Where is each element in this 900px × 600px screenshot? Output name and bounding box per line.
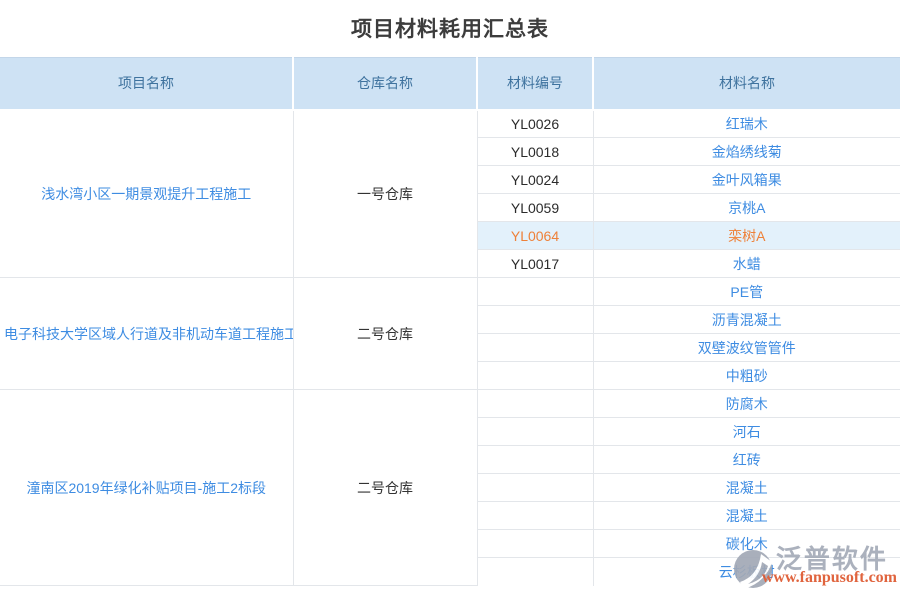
material-name-link[interactable]: 云杉板材 — [719, 564, 775, 580]
material-name-cell: 京桃A — [593, 194, 900, 222]
material-name-cell: 碳化木 — [593, 530, 900, 558]
material-code — [477, 306, 593, 334]
material-name-link[interactable]: 京桃A — [728, 200, 765, 216]
material-name-link[interactable]: 红瑞木 — [726, 116, 768, 132]
header-project-name: 项目名称 — [0, 58, 293, 110]
material-code — [477, 446, 593, 474]
material-name-cell: 沥青混凝土 — [593, 306, 900, 334]
material-name-cell: 河石 — [593, 418, 900, 446]
material-name-link[interactable]: 金焰绣线菊 — [712, 144, 782, 160]
material-name-link[interactable]: 红砖 — [733, 452, 761, 468]
material-code — [477, 530, 593, 558]
material-row[interactable]: 电子科技大学区域人行道及非机动车道工程施工 二号仓库 PE管 — [0, 278, 900, 306]
header-material-name: 材料名称 — [593, 58, 900, 110]
material-name-link[interactable]: 河石 — [733, 424, 761, 440]
material-name-cell: 红瑞木 — [593, 110, 900, 138]
material-name-cell: 混凝土 — [593, 502, 900, 530]
material-name-link[interactable]: 沥青混凝土 — [712, 312, 782, 328]
material-name-link[interactable]: 碳化木 — [726, 536, 768, 552]
material-name-cell: 中粗砂 — [593, 362, 900, 390]
material-name-cell: PE管 — [593, 278, 900, 306]
material-summary-table: 项目名称 仓库名称 材料编号 材料名称 浅水湾小区一期景观提升工程施工 一号仓库… — [0, 57, 900, 586]
material-name-cell: 金叶风箱果 — [593, 166, 900, 194]
material-name-link[interactable]: PE管 — [730, 284, 763, 300]
header-warehouse-name: 仓库名称 — [293, 58, 477, 110]
material-code: YL0018 — [477, 138, 593, 166]
material-code: YL0059 — [477, 194, 593, 222]
material-code — [477, 334, 593, 362]
material-name-link[interactable]: 双壁波纹管管件 — [698, 340, 796, 356]
warehouse-cell: 二号仓库 — [293, 278, 477, 390]
material-name-link[interactable]: 混凝土 — [726, 508, 768, 524]
material-name-cell: 红砖 — [593, 446, 900, 474]
material-name-link[interactable]: 混凝土 — [726, 480, 768, 496]
material-name-link[interactable]: 栾树A — [728, 228, 765, 244]
material-code — [477, 362, 593, 390]
material-name-cell: 栾树A — [593, 222, 900, 250]
material-name-cell: 双壁波纹管管件 — [593, 334, 900, 362]
material-code — [477, 390, 593, 418]
header-material-code: 材料编号 — [477, 58, 593, 110]
project-link[interactable]: 潼南区2019年绿化补贴项目-施工2标段 — [26, 480, 266, 496]
project-link[interactable]: 浅水湾小区一期景观提升工程施工 — [41, 186, 251, 202]
project-link[interactable]: 电子科技大学区域人行道及非机动车道工程施工 — [4, 326, 293, 342]
material-name-link[interactable]: 水蜡 — [733, 256, 761, 272]
material-code: YL0026 — [477, 110, 593, 138]
material-row[interactable]: 潼南区2019年绿化补贴项目-施工2标段 二号仓库 防腐木 — [0, 390, 900, 418]
material-code — [477, 502, 593, 530]
material-code — [477, 418, 593, 446]
warehouse-cell: 二号仓库 — [293, 390, 477, 586]
material-name-cell: 金焰绣线菊 — [593, 138, 900, 166]
material-name-cell: 云杉板材 — [593, 558, 900, 586]
material-code: YL0017 — [477, 250, 593, 278]
material-row[interactable]: 浅水湾小区一期景观提升工程施工 一号仓库 YL0026 红瑞木 — [0, 110, 900, 138]
material-name-link[interactable]: 防腐木 — [726, 396, 768, 412]
table-header-row: 项目名称 仓库名称 材料编号 材料名称 — [0, 58, 900, 110]
material-name-link[interactable]: 中粗砂 — [726, 368, 768, 384]
material-name-cell: 防腐木 — [593, 390, 900, 418]
material-code — [477, 558, 593, 586]
material-name-cell: 混凝土 — [593, 474, 900, 502]
material-code — [477, 278, 593, 306]
material-name-link[interactable]: 金叶风箱果 — [712, 172, 782, 188]
page-title: 项目材料耗用汇总表 — [0, 0, 900, 57]
project-cell: 潼南区2019年绿化补贴项目-施工2标段 — [0, 390, 293, 586]
project-cell: 浅水湾小区一期景观提升工程施工 — [0, 110, 293, 278]
project-cell: 电子科技大学区域人行道及非机动车道工程施工 — [0, 278, 293, 390]
warehouse-cell: 一号仓库 — [293, 110, 477, 278]
material-code: YL0064 — [477, 222, 593, 250]
material-code — [477, 474, 593, 502]
material-name-cell: 水蜡 — [593, 250, 900, 278]
material-code: YL0024 — [477, 166, 593, 194]
